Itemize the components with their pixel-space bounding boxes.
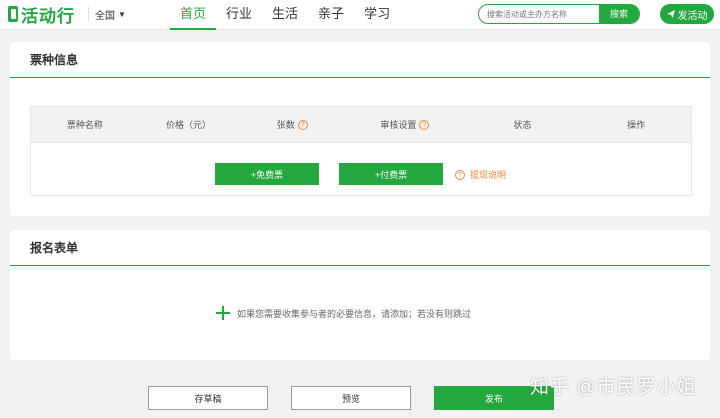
nav-item-industry[interactable]: 行业: [216, 0, 262, 30]
site-logo[interactable]: 活动行: [8, 4, 75, 26]
save-draft-button[interactable]: 存草稿: [148, 386, 268, 410]
add-form-field[interactable]: 如果您需要收集参与者的必要信息，请添加；若没有则跳过: [216, 306, 471, 320]
region-label: 全国: [95, 10, 115, 22]
help-icon[interactable]: ?: [419, 119, 430, 130]
nav-item-home[interactable]: 首页: [170, 0, 217, 30]
region-selector[interactable]: 全国 ▼: [88, 7, 126, 22]
col-quantity: 张数 ?: [238, 118, 346, 131]
col-price: 价格（元）: [139, 118, 239, 131]
search-input[interactable]: [479, 5, 599, 23]
logo-icon: [8, 6, 18, 22]
col-review: 审核设置 ?: [346, 118, 464, 131]
logo-text: 活动行: [21, 6, 75, 26]
registration-form-section: 报名表单 如果您需要收集参与者的必要信息，请添加；若没有则跳过: [10, 230, 710, 360]
form-section-title: 报名表单: [10, 230, 710, 266]
col-status-label: 状态: [513, 120, 532, 130]
top-header: 活动行 全国 ▼ 首页 行业 生活 亲子 学习 搜索 发活动: [0, 0, 720, 30]
col-quantity-label: 张数: [276, 120, 295, 130]
nav-item-learning[interactable]: 学习: [354, 0, 400, 30]
publish-event-label: 发活动: [677, 10, 708, 22]
nav-item-life[interactable]: 生活: [262, 0, 308, 30]
col-review-label: 审核设置: [380, 120, 417, 130]
plus-icon: [216, 306, 230, 320]
ticket-table-body: +免费票 +付费票 ? 提现说明: [31, 143, 691, 195]
send-icon: [666, 10, 675, 18]
help-icon: ?: [455, 169, 465, 180]
watermark-text: 知乎 @市民罗小姐: [530, 377, 697, 398]
search-box: 搜索: [478, 4, 640, 24]
add-free-ticket-button[interactable]: +免费票: [215, 163, 319, 185]
add-field-hint: 如果您需要收集参与者的必要信息，请添加；若没有则跳过: [237, 308, 472, 319]
col-ticket-name-label: 票种名称: [66, 120, 103, 130]
publish-event-button[interactable]: 发活动: [660, 4, 714, 24]
ticket-section: 票种信息 票种名称 价格（元） 张数 ? 审核设置 ? 状态 操作 +免费票 +…: [10, 42, 710, 216]
ticket-table: 票种名称 价格（元） 张数 ? 审核设置 ? 状态 操作 +免费票 +付费票 ?…: [30, 106, 692, 196]
withdraw-info-link[interactable]: ? 提现说明: [455, 168, 506, 181]
main-nav: 首页 行业 生活 亲子 学习: [170, 0, 400, 30]
ticket-table-header: 票种名称 价格（元） 张数 ? 审核设置 ? 状态 操作: [31, 107, 691, 143]
col-actions: 操作: [581, 118, 691, 131]
col-ticket-name: 票种名称: [31, 118, 139, 131]
help-icon[interactable]: ?: [297, 119, 308, 130]
search-button[interactable]: 搜索: [599, 5, 639, 23]
nav-item-family[interactable]: 亲子: [308, 0, 354, 30]
col-price-label: 价格（元）: [166, 120, 212, 130]
caret-down-icon: ▼: [118, 9, 126, 19]
add-paid-ticket-button[interactable]: +付费票: [339, 163, 443, 185]
col-status: 状态: [464, 118, 582, 131]
ticket-section-title: 票种信息: [10, 42, 710, 78]
col-actions-label: 操作: [627, 120, 646, 130]
withdraw-info-label: 提现说明: [470, 170, 507, 180]
preview-button[interactable]: 预览: [291, 386, 411, 410]
